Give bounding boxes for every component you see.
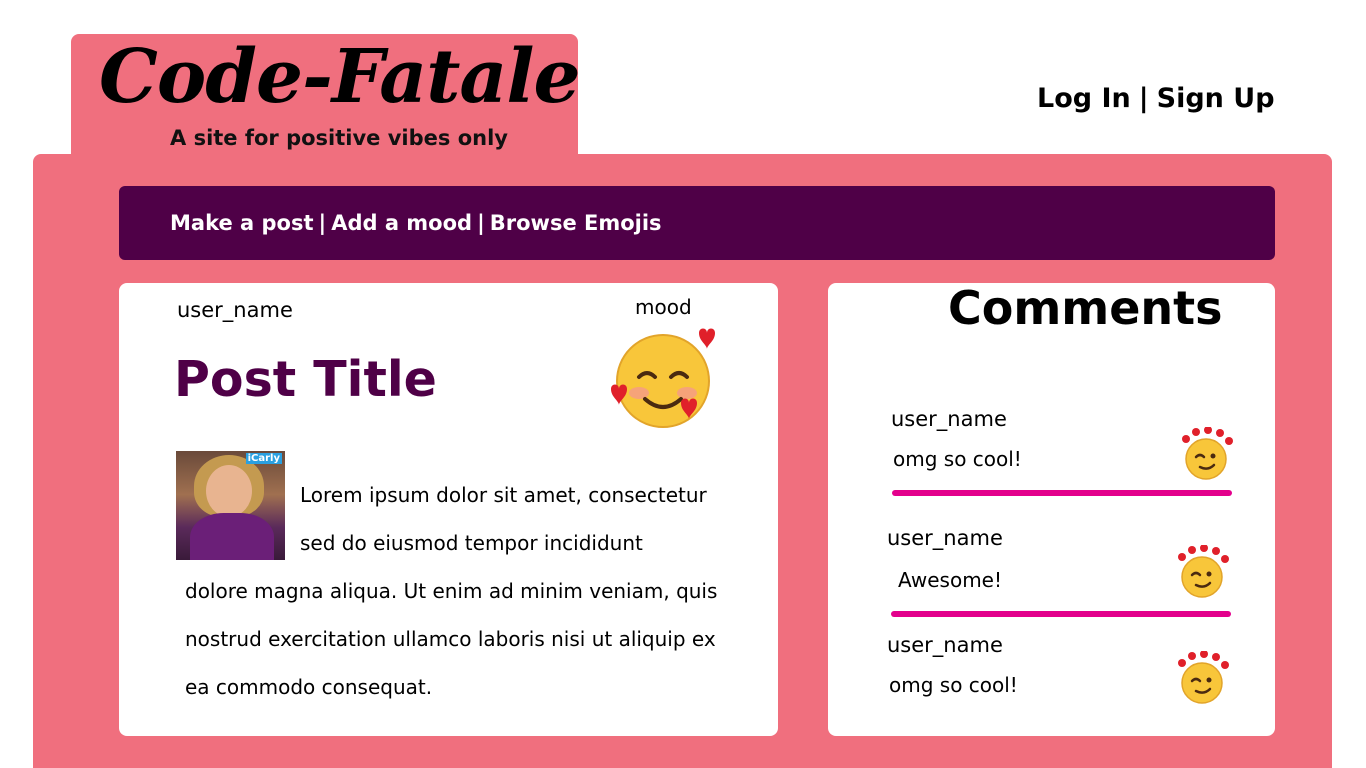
post-card: user_name mood Post Title iCarly Lorem i… [119, 283, 778, 736]
post-body-line: nostrud exercitation ullamco laboris nis… [185, 627, 716, 651]
nav-bar: Make a post | Add a mood | Browse Emojis [119, 186, 1275, 260]
post-body-line: sed do eiusmod tempor incididunt [300, 531, 643, 555]
nav-links: Make a post | Add a mood | Browse Emojis [170, 211, 662, 235]
comment-user-name[interactable]: user_name [887, 633, 1003, 657]
comment-text: omg so cool! [889, 673, 1018, 697]
nav-item-add-mood[interactable]: Add a mood [331, 211, 472, 235]
winking-face-with-heart-halo-icon [1178, 651, 1229, 704]
auth-separator: | [1138, 83, 1149, 114]
comment-user-name[interactable]: user_name [887, 526, 1003, 550]
comment-divider [892, 490, 1232, 496]
nav-separator: | [318, 211, 327, 235]
comment-divider [891, 611, 1231, 617]
post-body-line: dolore magna aliqua. Ut enim ad minim ve… [185, 579, 718, 603]
comments-card: Comments user_name omg so cool! user_nam… [828, 281, 1275, 736]
winking-face-with-heart-halo-icon [1182, 427, 1233, 480]
comment-user-name[interactable]: user_name [891, 407, 1007, 431]
image-face-shape [206, 465, 252, 517]
comment-text: Awesome! [898, 568, 1002, 592]
mood-label: mood [635, 295, 692, 319]
site-tagline: A site for positive vibes only [170, 126, 508, 150]
post-title: Post Title [174, 351, 437, 408]
winking-face-with-heart-halo-icon [1178, 545, 1229, 598]
image-badge: iCarly [245, 453, 282, 464]
post-body-line: Lorem ipsum dolor sit amet, consectetur [300, 483, 707, 507]
post-user-name[interactable]: user_name [177, 298, 293, 322]
image-body-shape [190, 513, 274, 560]
login-link[interactable]: Log In [1037, 83, 1131, 114]
main-panel: Make a post | Add a mood | Browse Emojis use… [33, 154, 1332, 768]
nav-item-make-post[interactable]: Make a post [170, 211, 314, 235]
nav-separator: | [477, 211, 485, 235]
smiling-face-with-hearts-icon [611, 328, 715, 428]
logo-tab: Code-Fatale A site for positive vibes on… [71, 34, 581, 169]
comment-text: omg so cool! [893, 447, 1022, 471]
site-logo-title[interactable]: Code-Fatale [99, 40, 581, 114]
post-image: iCarly [176, 451, 285, 560]
nav-item-browse-emojis[interactable]: Browse Emojis [490, 211, 662, 235]
comments-title: Comments [948, 281, 1223, 335]
signup-link[interactable]: Sign Up [1157, 83, 1275, 114]
post-body-line: ea commodo consequat. [185, 675, 433, 699]
auth-links: Log In | Sign Up [1037, 83, 1275, 114]
